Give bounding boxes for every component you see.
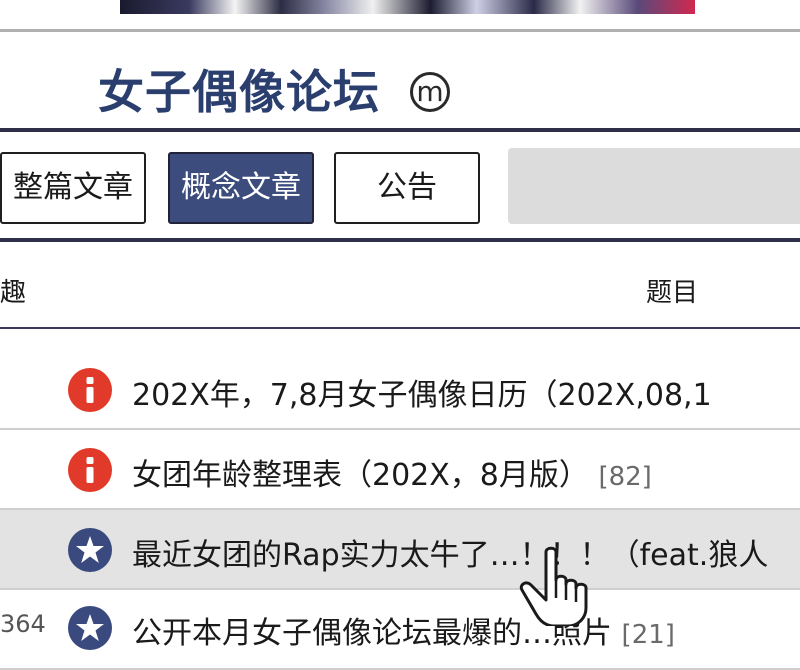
list-item[interactable]: 364 公开本月女子偶像论坛最爆的…照片 [21] xyxy=(0,590,800,670)
post-title[interactable]: 202X年，7,8月女子偶像日历（202X,08,1 xyxy=(132,370,712,414)
post-title-text: 最近女团的Rap实力太牛了…！！！（feat.狼人 xyxy=(132,538,769,573)
header-divider xyxy=(0,128,800,132)
column-header-left: 趣 xyxy=(0,278,27,308)
list-item[interactable]: 202X年，7,8月女子偶像日历（202X,08,1 xyxy=(0,350,800,430)
banner-image xyxy=(120,0,695,14)
column-header-title: 题目 xyxy=(646,278,699,308)
header-row-divider xyxy=(0,327,800,329)
comment-count: [82] xyxy=(598,462,652,492)
m-badge-icon[interactable]: m xyxy=(410,72,450,112)
search-bar[interactable] xyxy=(508,148,800,224)
info-icon xyxy=(68,368,112,412)
post-title-text: 202X年，7,8月女子偶像日历（202X,08,1 xyxy=(132,378,712,413)
post-title[interactable]: 最近女团的Rap实力太牛了…！！！（feat.狼人 xyxy=(132,530,768,574)
tab-all-articles[interactable]: 整篇文章 xyxy=(0,152,146,224)
info-icon xyxy=(68,448,112,492)
post-meta: 364 xyxy=(0,610,46,638)
post-title[interactable]: 女团年龄整理表（202X，8月版） [82] xyxy=(132,450,652,494)
tab-concept-articles[interactable]: 概念文章 xyxy=(168,152,314,224)
post-title-text: 女团年龄整理表（202X，8月版） xyxy=(132,458,589,493)
star-icon xyxy=(68,606,112,650)
forum-title[interactable]: 女子偶像论坛 xyxy=(98,62,380,122)
list-item[interactable]: 最近女团的Rap实力太牛了…！！！（feat.狼人 xyxy=(0,510,800,590)
hand-cursor-icon xyxy=(519,546,588,626)
star-icon xyxy=(68,528,112,572)
tabs-divider xyxy=(0,238,800,242)
list-item[interactable]: 女团年龄整理表（202X，8月版） [82] xyxy=(0,430,800,510)
tab-notice[interactable]: 公告 xyxy=(334,152,480,224)
top-divider xyxy=(0,29,800,32)
